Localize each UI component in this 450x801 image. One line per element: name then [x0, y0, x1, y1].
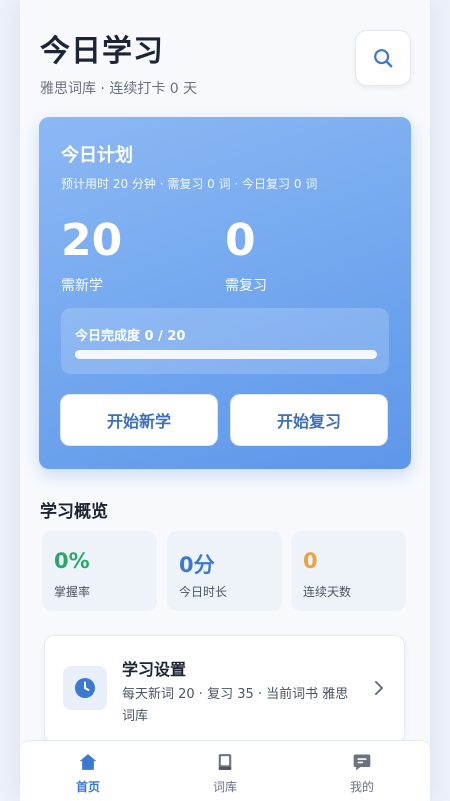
tab-library[interactable]: 词库	[175, 741, 275, 801]
progress-track	[75, 350, 377, 359]
tab-label: 首页	[75, 780, 100, 794]
search-icon	[374, 49, 393, 68]
chevron-right-icon	[375, 681, 383, 695]
stat-card-duration: 0分 今日时长	[167, 531, 282, 611]
clock-icon	[75, 678, 95, 698]
stat-label: 今日时长	[179, 585, 228, 599]
stat-value: 0分	[179, 553, 215, 577]
tab-profile[interactable]: 我的	[312, 741, 412, 801]
bottom-tab-bar: 首页 词库 我的	[20, 740, 430, 801]
book-icon	[218, 754, 232, 770]
daily-progress: 今日完成度 0 / 20	[61, 308, 389, 374]
message-icon	[353, 754, 371, 771]
plan-summary: 预计用时 20 分钟 · 需复习 0 词 · 今日复习 0 词	[61, 177, 318, 191]
tab-label: 词库	[212, 780, 237, 794]
progress-label: 今日完成度 0 / 20	[75, 329, 186, 344]
new-words-count: 20	[61, 215, 123, 266]
review-words-count: 0	[225, 215, 256, 266]
settings-title: 学习设置	[122, 660, 187, 679]
stat-value: 0	[303, 549, 318, 573]
search-button[interactable]	[355, 30, 411, 86]
stat-label: 连续天数	[303, 585, 352, 599]
settings-description: 每天新词 20 · 复习 35 · 当前词书 雅思词库	[122, 687, 349, 724]
overview-title: 学习概览	[40, 502, 108, 522]
today-plan-card: 今日计划 预计用时 20 分钟 · 需复习 0 词 · 今日复习 0 词 20 …	[39, 117, 411, 469]
stat-label: 掌握率	[54, 585, 91, 599]
home-screen: 今日学习 雅思词库 · 连续打卡 0 天 今日计划 预计用时 20 分钟 · 需…	[20, 0, 430, 801]
page-subtitle: 雅思词库 · 连续打卡 0 天	[40, 81, 198, 97]
plan-title: 今日计划	[61, 145, 133, 166]
study-settings-card[interactable]: 学习设置 每天新词 20 · 复习 35 · 当前词书 雅思词库	[44, 635, 405, 743]
review-words-label: 需复习	[225, 278, 267, 294]
page-title: 今日学习	[40, 34, 164, 69]
start-review-button[interactable]: 开始复习	[230, 394, 388, 446]
settings-icon-box	[63, 666, 107, 710]
home-icon	[79, 754, 97, 770]
new-words-label: 需新学	[61, 278, 103, 294]
stat-card-mastery: 0% 掌握率	[42, 531, 157, 611]
stat-value: 0%	[54, 549, 90, 573]
stat-card-streak: 0 连续天数	[291, 531, 406, 611]
tab-home[interactable]: 首页	[38, 741, 138, 801]
tab-label: 我的	[349, 780, 374, 794]
start-new-button[interactable]: 开始新学	[60, 394, 218, 446]
